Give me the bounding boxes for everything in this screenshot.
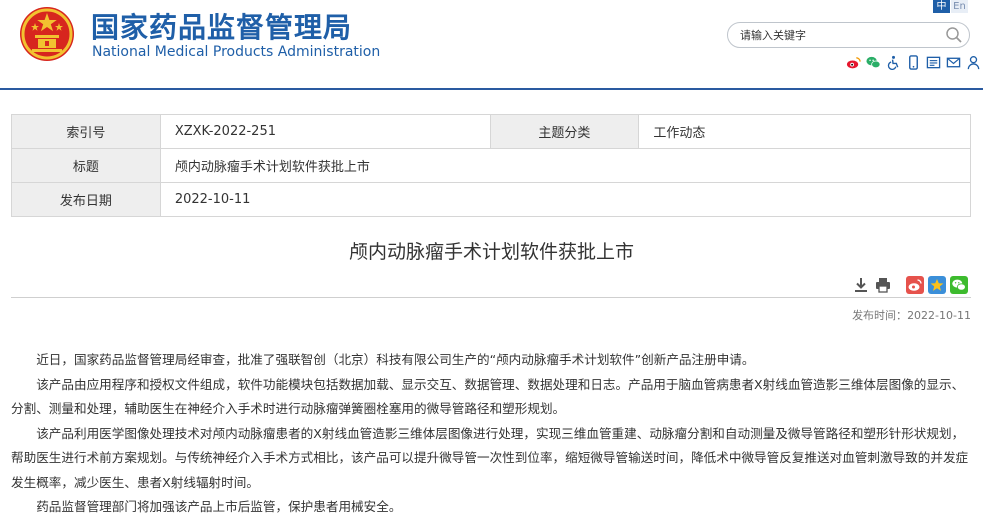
article-paragraph: 药品监督管理部门将加强该产品上市后监管，保护患者用械安全。 [36, 499, 402, 514]
article-title: 颅内动脉瘤手术计划软件获批上市 [348, 241, 634, 263]
mobile-icon[interactable] [906, 55, 921, 70]
table-row: 发布日期 2022-10-11 [11, 182, 972, 217]
date-label: 发布日期 [11, 182, 161, 217]
date-value: 2022-10-11 [159, 182, 972, 217]
table-row: 标题 颅内动脉瘤手术计划软件获批上市 [11, 148, 972, 183]
wechat-icon[interactable] [866, 55, 881, 70]
wechat-share-icon[interactable] [950, 276, 968, 294]
site-title-cn[interactable]: 国家药品监督管理局 [91, 6, 352, 46]
share-toolbar [852, 276, 972, 294]
user-icon[interactable] [966, 55, 981, 70]
publish-time-label: 发布时间： [852, 309, 908, 322]
article-paragraph: 近日，国家药品监督管理局经审查，批准了强联智创（北京）科技有限公司生产的“颅内动… [36, 352, 755, 367]
lang-zh-button[interactable]: 中 [933, 0, 950, 13]
search-box [727, 22, 970, 48]
publish-time-value: 2022-10-11 [907, 309, 971, 322]
header-divider [0, 88, 983, 90]
table-row: 索引号 XZXK-2022-251 主题分类 工作动态 [11, 114, 971, 149]
header-tools [846, 55, 981, 71]
print-icon[interactable] [874, 276, 892, 294]
accessibility-icon[interactable] [886, 55, 901, 71]
news-icon[interactable] [926, 55, 941, 70]
publish-time: 发布时间：2022-10-11 [852, 307, 971, 323]
document-info-table: 索引号 XZXK-2022-251 主题分类 工作动态 标题 颅内动脉瘤手术计划… [11, 114, 972, 217]
mail-icon[interactable] [946, 55, 961, 70]
download-icon[interactable] [852, 276, 870, 294]
index-value: XZXK-2022-251 [159, 114, 491, 149]
qzone-share-icon[interactable] [928, 276, 946, 294]
category-label: 主题分类 [489, 114, 640, 149]
weibo-share-icon[interactable] [906, 276, 924, 294]
article-body: 近日，国家药品监督管理局经审查，批准了强联智创（北京）科技有限公司生产的“颅内动… [11, 348, 971, 520]
title-label: 标题 [11, 148, 161, 183]
search-icon[interactable] [945, 26, 963, 44]
national-emblem-icon [20, 7, 74, 61]
article-paragraph: 该产品由应用程序和授权文件组成，软件功能模块包括数据加载、显示交互、数据管理、数… [11, 376, 965, 417]
site-header: 国家药品监督管理局 National Medical Products Admi… [0, 0, 983, 88]
search-input[interactable] [740, 26, 940, 44]
site-title-en[interactable]: National Medical Products Administration [92, 44, 380, 60]
title-value: 颅内动脉瘤手术计划软件获批上市 [159, 148, 972, 183]
article-divider [11, 297, 971, 298]
article-paragraph: 该产品利用医学图像处理技术对颅内动脉瘤患者的X射线血管造影三维体层图像进行处理，… [11, 425, 969, 490]
weibo-icon[interactable] [846, 55, 861, 70]
index-label: 索引号 [11, 114, 161, 149]
category-value: 工作动态 [638, 114, 971, 149]
lang-en-button[interactable]: En [951, 0, 968, 13]
